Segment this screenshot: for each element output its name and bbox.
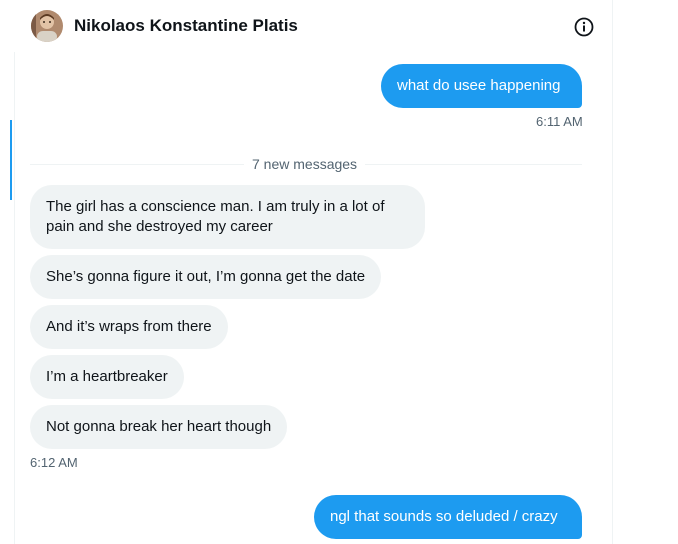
active-conversation-indicator [10,120,12,200]
received-message-bubble[interactable]: Not gonna break her heart though [30,405,288,449]
panel-divider [612,0,613,544]
received-message-bubble[interactable]: She’s gonna figure it out, I’m gonna get… [30,255,382,299]
message-timestamp: 6:12 AM [30,455,78,470]
message-thread: what do usee happening 6:11 AM 7 new mes… [14,52,612,544]
info-icon[interactable] [572,15,596,39]
avatar-photo-icon [31,10,63,42]
sent-message-bubble[interactable]: ngl that sounds so deluded / crazy [314,495,582,539]
conversation-header: Nikolaos Konstantine Platis [14,0,612,52]
new-messages-label: 7 new messages [244,156,366,172]
avatar[interactable] [31,10,63,42]
sent-message-bubble[interactable]: what do usee happening [381,64,582,108]
received-message-bubble[interactable]: The girl has a conscience man. I am trul… [30,185,425,249]
received-message-bubble[interactable]: And it’s wraps from there [30,305,228,349]
received-message-bubble[interactable]: I’m a heartbreaker [30,355,184,399]
message-timestamp: 6:11 AM [536,114,583,129]
left-panel-edge [0,0,15,544]
contact-name[interactable]: Nikolaos Konstantine Platis [74,16,298,36]
